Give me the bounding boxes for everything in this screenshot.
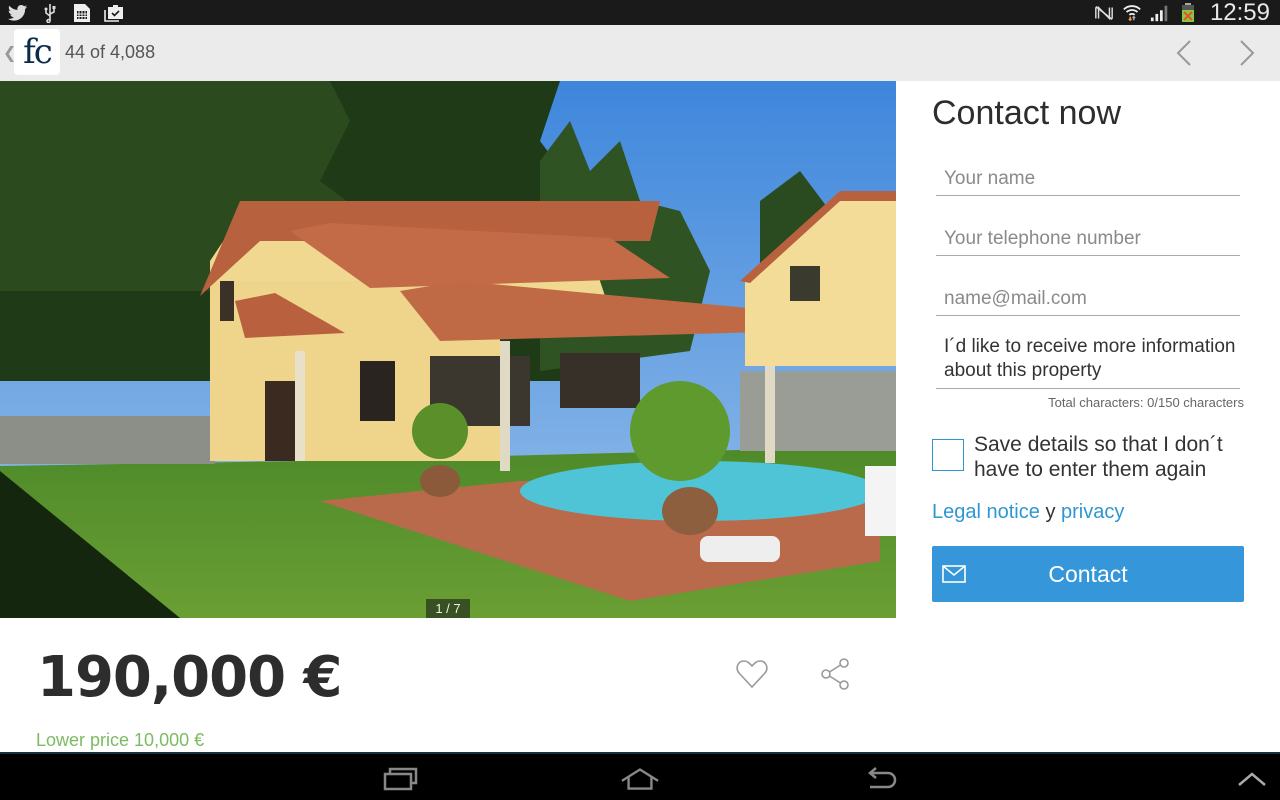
usb-icon <box>40 3 60 23</box>
action-bar: ❮ fc 44 of 4,088 <box>0 25 1280 81</box>
legal-links: Legal notice y privacy <box>932 501 1124 524</box>
telephone-input[interactable] <box>936 222 1240 256</box>
recent-apps-button[interactable] <box>380 764 420 794</box>
expand-menu-button[interactable] <box>1232 764 1272 794</box>
privacy-link[interactable]: privacy <box>1061 501 1124 523</box>
previous-listing-button[interactable] <box>1172 39 1196 67</box>
photo-counter: 1 / 7 <box>426 599 470 618</box>
chevron-up-icon <box>1238 772 1266 786</box>
favorite-button[interactable] <box>735 657 769 691</box>
price-drop-label: Lower price 10,000 € <box>36 730 205 750</box>
contact-form-title: Contact now <box>932 94 1121 132</box>
email-input[interactable] <box>936 282 1240 316</box>
recent-apps-icon <box>383 767 418 791</box>
clipboard-check-icon <box>104 3 124 23</box>
legal-conjunction: y <box>1045 501 1056 523</box>
system-navigation-bar <box>0 752 1280 800</box>
twitter-icon <box>8 3 28 23</box>
legal-notice-link[interactable]: Legal notice <box>932 501 1040 523</box>
save-details-checkbox[interactable] <box>932 439 964 471</box>
signal-icon <box>1150 3 1170 23</box>
clock: 12:59 <box>1209 0 1270 26</box>
next-listing-button[interactable] <box>1235 39 1259 67</box>
listing-price: 190,000 € <box>37 645 343 710</box>
character-counter: Total characters: 0/150 characters <box>1048 395 1244 410</box>
save-details-label[interactable]: Save details so that I don´t have to ent… <box>974 432 1244 482</box>
wifi-icon <box>1122 3 1142 23</box>
message-textarea[interactable]: I´d like to receive more information abo… <box>936 335 1240 389</box>
chevron-right-icon <box>1240 40 1255 66</box>
back-button[interactable] <box>862 764 902 794</box>
heart-icon <box>736 660 768 689</box>
silent-mode-icon <box>1094 3 1114 23</box>
envelope-icon <box>942 565 966 583</box>
share-button[interactable] <box>820 657 852 691</box>
battery-charging-icon <box>1178 2 1198 23</box>
home-button[interactable] <box>620 764 660 794</box>
contact-submit-button[interactable]: Contact <box>932 546 1244 602</box>
home-icon <box>621 768 659 790</box>
property-photo[interactable] <box>0 81 896 618</box>
sim-card-icon <box>72 3 92 23</box>
back-arrow-icon <box>868 767 897 789</box>
share-icon <box>821 658 849 690</box>
result-counter: 44 of 4,088 <box>65 42 156 62</box>
app-logo[interactable]: fc <box>14 29 60 75</box>
name-input[interactable] <box>936 162 1240 196</box>
chevron-left-icon <box>1176 40 1191 66</box>
status-bar: 12:59 <box>0 0 1280 25</box>
contact-button-label: Contact <box>1048 560 1128 587</box>
